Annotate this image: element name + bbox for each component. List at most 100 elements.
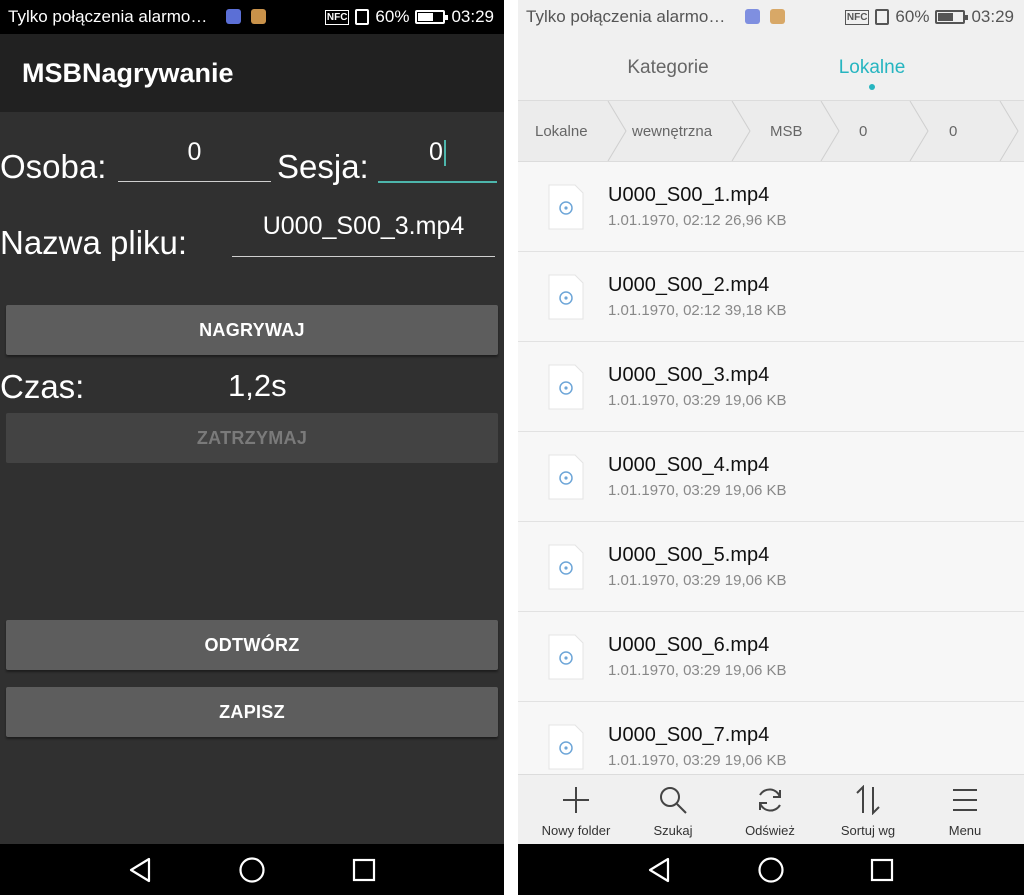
breadcrumb: Lokalne wewnętrzna MSB 0 0	[518, 100, 1024, 162]
wifi-app-icon	[251, 9, 266, 24]
menu-button[interactable]: Menu	[915, 775, 1015, 845]
text-caret	[443, 140, 446, 167]
osoba-label: Osoba:	[0, 148, 107, 185]
video-file-icon	[548, 364, 584, 410]
search-icon	[660, 787, 687, 814]
heart-app-icon	[226, 9, 241, 24]
bottom-toolbar: Nowy folder Szukaj Odśwież Sortuj wg Men…	[518, 774, 1024, 844]
file-name: U000_S00_5.mp4	[608, 544, 770, 566]
sort-label: Sortuj wg	[840, 823, 896, 838]
home-icon[interactable]	[757, 856, 785, 884]
breadcrumb-separator-icon	[820, 101, 840, 161]
sim-icon	[875, 9, 890, 25]
tab-lokalne[interactable]: Lokalne	[772, 57, 972, 79]
file-name: U000_S00_1.mp4	[608, 184, 770, 206]
refresh-icon	[759, 788, 781, 812]
search-label: Szukaj	[653, 823, 693, 838]
new-folder-label: Nowy folder	[541, 823, 611, 838]
status-bar: Tylko połączenia alarmo… NFC 60% 03:29	[518, 0, 1024, 34]
status-notification: Tylko połączenia alarmo…	[526, 7, 726, 26]
tab-bar: Kategorie Lokalne	[518, 34, 1024, 100]
battery-icon	[415, 10, 449, 24]
breadcrumb-item[interactable]: 0	[859, 123, 867, 140]
back-icon[interactable]	[646, 856, 672, 884]
system-nav-bar	[518, 844, 1024, 895]
battery-percent: 60%	[895, 7, 930, 26]
filename-label: Nazwa pliku:	[0, 224, 188, 261]
stop-button[interactable]: ZATRZYMAJ	[6, 413, 498, 463]
status-notification: Tylko połączenia alarmo…	[8, 7, 208, 26]
breadcrumb-separator-icon	[999, 101, 1019, 161]
file-meta: 1.01.1970, 03:29 19,06 KB	[608, 482, 787, 499]
file-name: U000_S00_2.mp4	[608, 274, 770, 296]
file-meta: 1.01.1970, 03:29 19,06 KB	[608, 662, 787, 679]
sort-icon	[856, 785, 880, 815]
nfc-icon: NFC	[844, 9, 870, 25]
file-meta: 1.01.1970, 03:29 19,06 KB	[608, 392, 787, 409]
home-icon[interactable]	[238, 856, 266, 884]
wifi-app-icon	[770, 9, 785, 24]
osoba-input[interactable]: 0	[118, 138, 271, 182]
video-file-icon	[548, 724, 584, 770]
sort-button[interactable]: Sortuj wg	[818, 775, 918, 845]
video-file-icon	[548, 184, 584, 230]
status-bar: Tylko połączenia alarmo… NFC 60% 03:29	[0, 0, 504, 34]
file-meta: 1.01.1970, 02:12 39,18 KB	[608, 302, 787, 319]
breadcrumb-separator-icon	[607, 101, 627, 161]
breadcrumb-separator-icon	[731, 101, 751, 161]
app-title: MSBNagrywanie	[22, 58, 234, 88]
menu-icon	[953, 789, 977, 811]
file-list: U000_S00_1.mp4 1.01.1970, 02:12 26,96 KB…	[518, 162, 1024, 774]
tab-kategorie[interactable]: Kategorie	[568, 57, 768, 79]
file-row[interactable]: U000_S00_7.mp4 1.01.1970, 03:29 19,06 KB	[518, 702, 1024, 774]
breadcrumb-item[interactable]: 0	[949, 123, 957, 140]
file-manager-screen: Tylko połączenia alarmo… NFC 60% 03:29 K…	[518, 0, 1024, 895]
record-button[interactable]: NAGRYWAJ	[6, 305, 498, 355]
video-file-icon	[548, 454, 584, 500]
menu-label: Menu	[948, 823, 982, 838]
file-meta: 1.01.1970, 03:29 19,06 KB	[608, 572, 787, 589]
file-meta: 1.01.1970, 02:12 26,96 KB	[608, 212, 787, 229]
heart-app-icon	[745, 9, 760, 24]
nfc-icon: NFC	[324, 9, 350, 25]
refresh-label: Odśwież	[745, 823, 795, 838]
file-name: U000_S00_3.mp4	[608, 364, 770, 386]
time-label: Czas:	[0, 368, 85, 405]
file-meta: 1.01.1970, 03:29 19,06 KB	[608, 752, 787, 769]
file-row[interactable]: U000_S00_1.mp4 1.01.1970, 02:12 26,96 KB	[518, 162, 1024, 252]
recents-icon[interactable]	[351, 856, 377, 884]
file-row[interactable]: U000_S00_4.mp4 1.01.1970, 03:29 19,06 KB	[518, 432, 1024, 522]
new-folder-button[interactable]: Nowy folder	[526, 775, 626, 845]
sesja-input[interactable]: 0	[378, 138, 497, 183]
video-file-icon	[548, 274, 584, 320]
status-time: 03:29	[451, 7, 494, 26]
app-bar: MSBNagrywanie	[0, 34, 504, 112]
plus-icon	[563, 787, 589, 813]
sesja-label: Sesja:	[277, 148, 369, 185]
breadcrumb-separator-icon	[909, 101, 929, 161]
breadcrumb-item[interactable]: MSB	[770, 123, 803, 140]
recorder-app-screen: Tylko połączenia alarmo… NFC 60% 03:29 M…	[0, 0, 504, 895]
file-row[interactable]: U000_S00_2.mp4 1.01.1970, 02:12 39,18 KB	[518, 252, 1024, 342]
time-value: 1,2s	[228, 368, 287, 403]
play-button[interactable]: ODTWÓRZ	[6, 620, 498, 670]
file-row[interactable]: U000_S00_5.mp4 1.01.1970, 03:29 19,06 KB	[518, 522, 1024, 612]
video-file-icon	[548, 634, 584, 680]
active-tab-indicator	[869, 84, 875, 90]
search-button[interactable]: Szukaj	[623, 775, 723, 845]
breadcrumb-item[interactable]: wewnętrzna	[632, 123, 712, 140]
battery-icon	[935, 10, 969, 24]
status-time: 03:29	[971, 7, 1014, 26]
back-icon[interactable]	[127, 856, 153, 884]
battery-percent: 60%	[375, 7, 410, 26]
recents-icon[interactable]	[869, 856, 895, 884]
file-row[interactable]: U000_S00_3.mp4 1.01.1970, 03:29 19,06 KB	[518, 342, 1024, 432]
video-file-icon	[548, 544, 584, 590]
breadcrumb-item[interactable]: Lokalne	[535, 123, 588, 140]
filename-input[interactable]: U000_S00_3.mp4	[232, 212, 495, 257]
refresh-button[interactable]: Odśwież	[720, 775, 820, 845]
system-nav-bar	[0, 844, 504, 895]
file-name: U000_S00_6.mp4	[608, 634, 770, 656]
save-button[interactable]: ZAPISZ	[6, 687, 498, 737]
file-row[interactable]: U000_S00_6.mp4 1.01.1970, 03:29 19,06 KB	[518, 612, 1024, 702]
